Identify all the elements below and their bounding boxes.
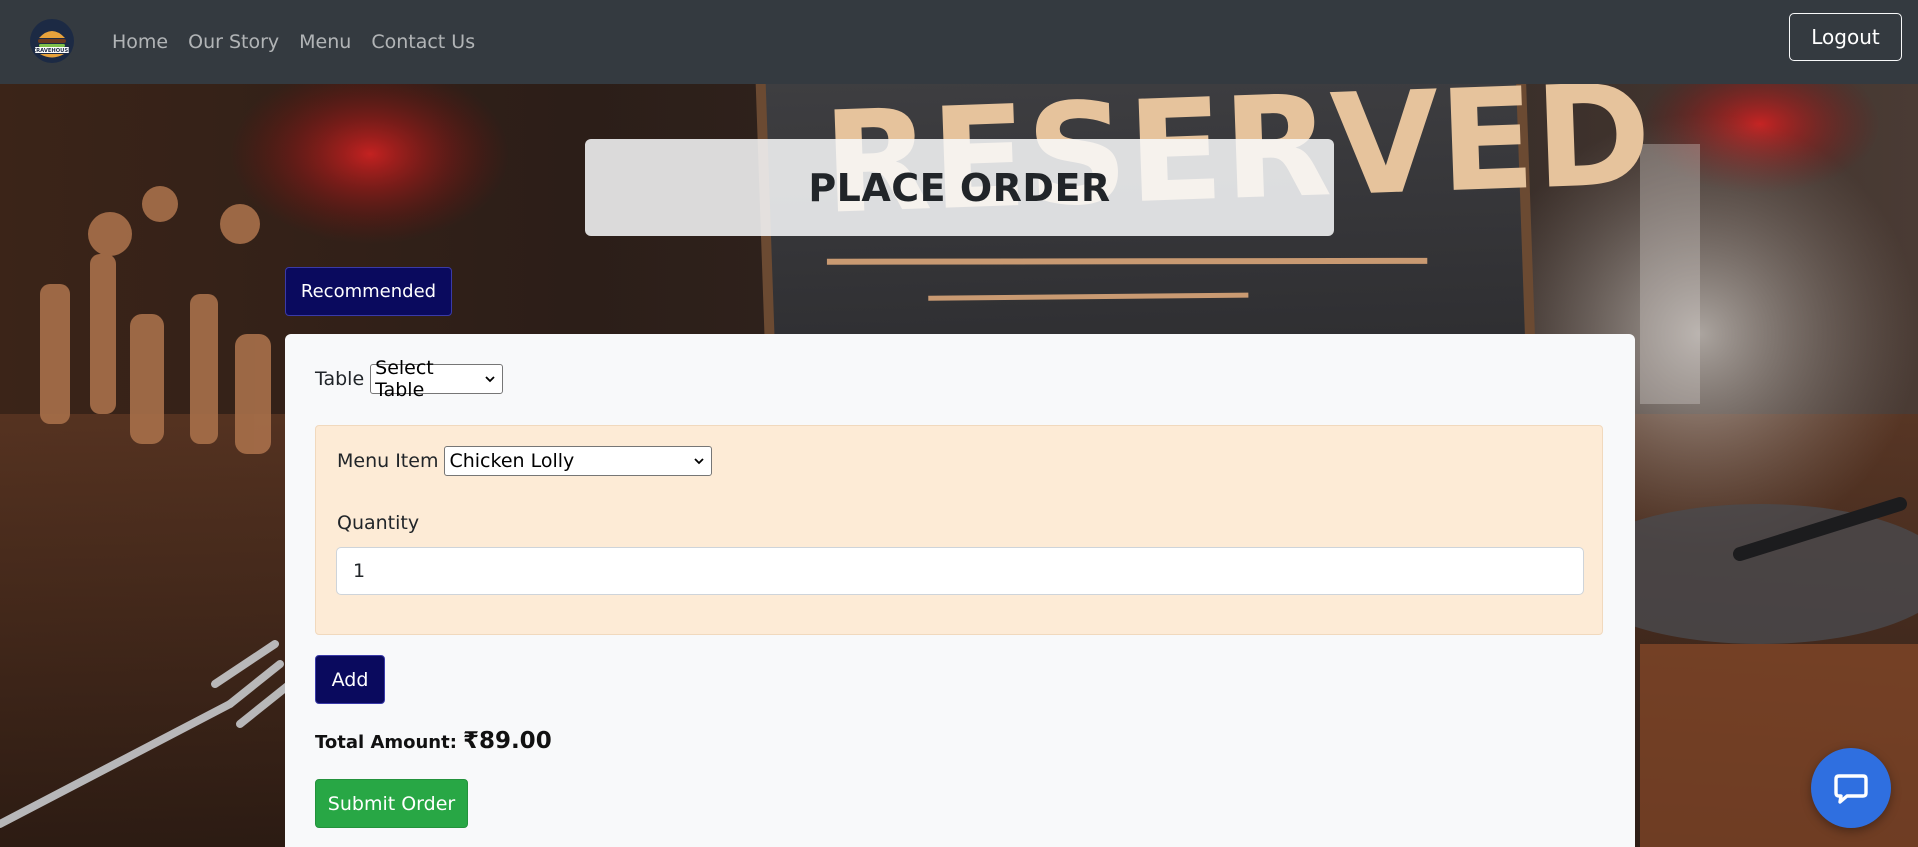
recommended-button[interactable]: Recommended (285, 267, 452, 316)
order-form-card: Table Select Table Menu Item Chicken Lol… (285, 334, 1635, 847)
nav-link-menu[interactable]: Menu (299, 31, 351, 53)
total-amount-label: Total Amount: (315, 732, 457, 753)
table-label: Table (315, 368, 365, 390)
nav-link-our-story[interactable]: Our Story (188, 31, 279, 53)
chevron-down-icon (694, 458, 705, 465)
page-title: PLACE ORDER (808, 165, 1111, 210)
quantity-label: Quantity (337, 512, 420, 534)
cravehouse-logo-icon: CRAVEHOUSE (30, 19, 74, 63)
menu-item-select-value: Chicken Lolly (449, 450, 575, 472)
table-select[interactable]: Select Table (370, 357, 504, 401)
nav-link-home[interactable]: Home (112, 31, 168, 53)
chat-button[interactable] (1811, 748, 1891, 828)
total-amount: Total Amount: ₹89.00 (315, 728, 552, 754)
table-select-value: Select Table (375, 357, 434, 401)
chat-bubble-icon (1834, 774, 1868, 804)
menu-item-select[interactable]: Chicken Lolly (444, 446, 713, 476)
brand-logo-text: CRAVEHOUSE (32, 48, 72, 54)
submit-order-button[interactable]: Submit Order (315, 779, 468, 828)
add-item-button[interactable]: Add (315, 655, 385, 704)
order-item-panel: Menu Item Chicken Lolly Quantity 1 (315, 425, 1603, 635)
quantity-input[interactable]: 1 (336, 547, 1584, 595)
nav-links: Home Our Story Menu Contact Us (112, 0, 475, 84)
table-field: Table Select Table (315, 357, 504, 401)
nav-link-contact-us[interactable]: Contact Us (371, 31, 475, 53)
chevron-down-icon (485, 376, 495, 383)
brand-logo[interactable]: CRAVEHOUSE (27, 16, 77, 66)
page-title-banner: PLACE ORDER (585, 139, 1334, 236)
top-navbar: CRAVEHOUSE Home Our Story Menu Contact U… (0, 0, 1918, 84)
total-amount-value: ₹89.00 (462, 728, 552, 754)
menu-item-field: Menu Item Chicken Lolly (337, 446, 713, 476)
logout-button[interactable]: Logout (1789, 13, 1902, 61)
menu-item-label: Menu Item (337, 450, 439, 472)
